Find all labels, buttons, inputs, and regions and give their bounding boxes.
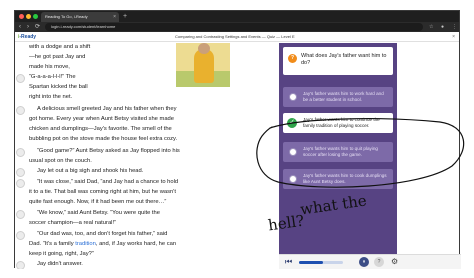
radio-circle-icon	[289, 93, 297, 101]
passage-line: got home. Every year when Aunt Betsy vis…	[29, 116, 174, 122]
passage-line: it to a tie. That ball was coming right …	[29, 189, 176, 195]
progress-bar[interactable]	[299, 261, 343, 264]
reload-icon[interactable]: ⟳	[35, 23, 40, 31]
iready-logo: i-Ready	[18, 34, 37, 40]
passage-line: usual spot on the couch.	[29, 158, 92, 164]
paragraph-marker	[16, 106, 25, 115]
help-icon[interactable]: ?	[374, 257, 384, 267]
maximize-window-dot[interactable]	[33, 14, 38, 19]
close-window-dot[interactable]	[19, 14, 24, 19]
settings-icon[interactable]: ⚙	[391, 257, 398, 267]
profile-icon[interactable]: ●	[441, 23, 444, 31]
passage-line: Jay didn't answer.	[37, 261, 83, 267]
rewind-icon[interactable]: ⏮	[285, 257, 292, 267]
lesson-title: Comparing and Contrasting Settings and E…	[175, 34, 295, 39]
passage-line: Jay let out a big sigh and shook his hea…	[37, 168, 144, 174]
new-tab-icon[interactable]: +	[123, 12, 127, 21]
passage-line: right into the net.	[29, 94, 73, 100]
answer-option-text: Jay's father wants him to work hard and …	[303, 91, 384, 102]
paragraph-marker	[16, 179, 25, 188]
passage-line: “It was close,” said Dad, “and Jay had a…	[37, 179, 179, 185]
question-icon: ?	[288, 54, 297, 63]
answer-option[interactable]: Jay's father wants him to work hard and …	[283, 87, 393, 107]
vocabulary-link[interactable]: tradition	[75, 241, 96, 247]
passage-line: A delicious smell greeted Jay and his fa…	[37, 106, 177, 112]
passage-line: —he got past Jay and	[29, 54, 86, 60]
paragraph-marker	[16, 261, 25, 269]
pause-icon[interactable]: ⏸	[359, 257, 369, 267]
browser-window: Reading To Go, i-Ready × + ‹ › ⟳ login.i…	[14, 10, 461, 269]
passage-line: Spartan kicked the ball	[29, 84, 88, 90]
question-text: What does Jay's father want him to do?	[301, 53, 387, 66]
answer-option[interactable]: Jay's father wants him to quit playing s…	[283, 142, 393, 162]
paragraph-marker	[16, 210, 25, 219]
reading-passage: with a dodge and a shift —he got past Ja…	[15, 43, 279, 269]
back-icon[interactable]: ‹	[19, 23, 21, 31]
passage-line: “G-a-a-a-l-l-l!” The	[29, 74, 76, 80]
passage-line: “Our dad was, too, and don't forget his …	[37, 231, 168, 237]
answer-option[interactable]: Jay's father wants him to cook dumplings…	[283, 169, 393, 189]
passage-line: soccer champion—a real natural!”	[29, 220, 116, 226]
app-header: i-Ready Comparing and Contrasting Settin…	[15, 32, 459, 42]
radio-circle-icon	[289, 175, 297, 183]
star-icon[interactable]: ☆	[429, 23, 433, 31]
forward-icon[interactable]: ›	[27, 23, 29, 31]
passage-line: keep it going, right, Jay?”	[29, 251, 94, 257]
paragraph-marker	[16, 231, 25, 240]
passage-line: with a dodge and a shift	[29, 44, 91, 50]
paragraph-marker	[16, 74, 25, 83]
passage-line: bubbling pot on the stove made the house…	[29, 136, 178, 142]
address-bar: ‹ › ⟳ login.i-ready.com/student/learnhom…	[15, 22, 459, 32]
check-icon: ✓	[287, 118, 297, 128]
answer-option-text: Jay's father wants him to continue the f…	[303, 117, 380, 128]
question-card: ? What does Jay's father want him to do?	[283, 47, 393, 75]
tab-title: Reading To Go, i-Ready	[45, 14, 88, 19]
tab-bar: Reading To Go, i-Ready × +	[15, 11, 459, 22]
minimize-window-dot[interactable]	[26, 14, 31, 19]
progress-fill	[299, 261, 324, 264]
answer-option-text: Jay's father wants him to quit playing s…	[303, 146, 378, 157]
paragraph-marker	[16, 168, 25, 177]
answer-option-selected[interactable]: ✓ Jay's father wants him to continue the…	[283, 113, 393, 133]
passage-line: chicken and dumplings—Jay's favorite. Th…	[29, 126, 172, 132]
passage-line: quite fast enough. Now, if it had been m…	[29, 199, 167, 205]
browser-tab[interactable]: Reading To Go, i-Ready ×	[41, 12, 119, 22]
player-controls: ⏮ ⏸ ? ⚙	[279, 254, 461, 269]
answer-option-text: Jay's father wants him to cook dumplings…	[303, 173, 387, 184]
tab-close-icon[interactable]: ×	[113, 12, 116, 22]
story-illustration	[176, 43, 230, 87]
menu-icon[interactable]: ⋮	[452, 23, 457, 31]
passage-line: made his move,	[29, 64, 70, 70]
paragraph-marker	[16, 148, 25, 157]
close-icon[interactable]: ×	[452, 33, 455, 41]
passage-line: “Good game?” Aunt Betsy asked as Jay flo…	[37, 148, 180, 154]
radio-circle-icon	[289, 148, 297, 156]
passage-line: “We know,” said Aunt Betsy. “You were qu…	[37, 210, 160, 216]
url-field[interactable]: login.i-ready.com/student/learnhome	[45, 23, 423, 31]
passage-line-with-link: Dad. “It's a family tradition, and, if J…	[29, 241, 177, 247]
